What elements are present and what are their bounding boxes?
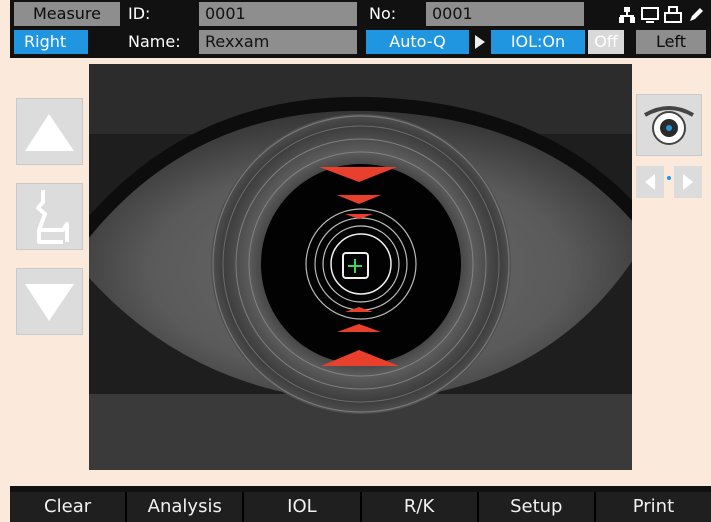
iol-toggle-button[interactable]: IOL:On: [491, 30, 585, 54]
status-icons: [618, 4, 705, 26]
clear-button[interactable]: Clear: [10, 492, 126, 522]
triangle-up-icon: [25, 114, 74, 151]
function-key-bar: Clear Analysis IOL R/K Setup Print: [10, 492, 711, 522]
printer-icon: [664, 6, 682, 23]
move-down-button[interactable]: [16, 268, 83, 335]
eye-left-button[interactable]: Left: [636, 30, 706, 54]
top-bar: Measure ID: 0001 No: 0001 Right Name: Re…: [10, 0, 711, 58]
main-area: [10, 58, 711, 486]
chinrest-icon: [36, 190, 69, 244]
off-toggle-button[interactable]: Off: [588, 30, 624, 54]
chinrest-button[interactable]: [16, 183, 83, 250]
iol-button[interactable]: IOL: [242, 492, 360, 522]
setup-button[interactable]: Setup: [476, 492, 594, 522]
monitor-icon: [641, 7, 659, 23]
no-label: No:: [369, 4, 397, 23]
eye-camera-view[interactable]: [89, 64, 632, 470]
eye-image: [89, 64, 632, 470]
name-field[interactable]: Rexxam: [199, 30, 357, 54]
name-label: Name:: [128, 32, 181, 51]
print-button[interactable]: Print: [593, 492, 711, 522]
triangle-down-icon: [25, 284, 74, 321]
pen-icon: [690, 8, 703, 21]
eye-view-icon: [643, 106, 695, 145]
eye-right-button[interactable]: Right: [14, 30, 88, 54]
id-field[interactable]: 0001: [199, 2, 357, 26]
top-bar-row-1: Measure ID: 0001 No: 0001: [10, 2, 711, 28]
position-dot: [667, 176, 671, 180]
move-up-button[interactable]: [16, 98, 83, 165]
eye-view-button[interactable]: [636, 94, 702, 156]
instrument-screen: Measure ID: 0001 No: 0001 Right Name: Re…: [10, 0, 711, 522]
arrow-left-icon: [645, 174, 655, 190]
rk-button[interactable]: R/K: [359, 492, 477, 522]
network-icon: [619, 7, 635, 23]
play-icon[interactable]: [473, 30, 487, 54]
arrow-right-icon: [683, 174, 693, 190]
measure-mode-button[interactable]: Measure: [14, 2, 120, 26]
prev-arrow-button[interactable]: [636, 166, 664, 198]
analysis-button[interactable]: Analysis: [125, 492, 243, 522]
top-bar-row-2: Right Name: Rexxam Auto-Q IOL:On Off Lef…: [10, 30, 711, 56]
auto-q-button[interactable]: Auto-Q: [366, 30, 469, 54]
id-label: ID:: [128, 4, 151, 23]
no-field[interactable]: 0001: [426, 2, 584, 26]
next-arrow-button[interactable]: [674, 166, 702, 198]
